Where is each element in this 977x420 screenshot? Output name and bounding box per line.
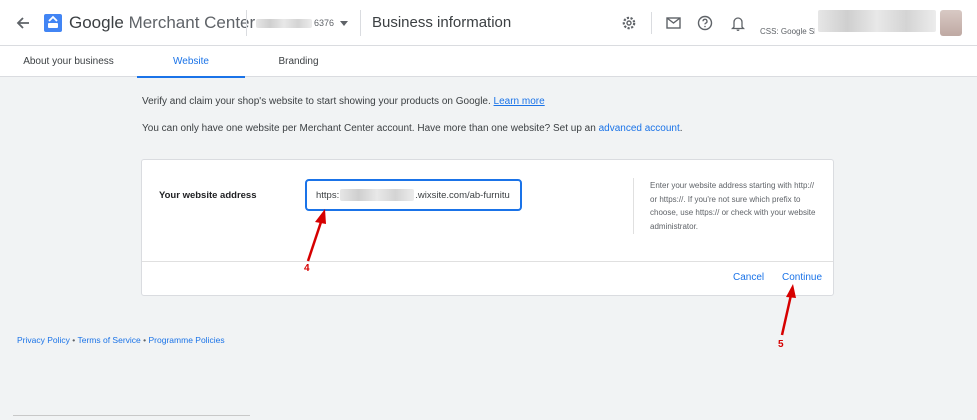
terms-of-service-link[interactable]: Terms of Service [77,335,140,345]
back-arrow-icon[interactable] [12,12,34,34]
help-divider [633,178,634,234]
app-title-brand: Google [69,13,124,32]
advanced-account-link[interactable]: advanced account [599,123,680,134]
header-divider [651,12,652,34]
annotation-step-4: 4 [304,263,310,274]
url-suffix: .wixsite.com/ab-furnitu [415,189,510,201]
bottom-divider [13,415,250,416]
business-info-tabs: About your business Website Branding [0,46,977,78]
footer-separator: • [72,335,76,345]
header-divider [246,10,247,36]
website-address-card: Your website address https: .wixsite.com… [141,159,834,296]
website-address-label: Your website address [159,190,257,201]
account-limit-sentence: You can only have one website per Mercha… [142,123,596,134]
chevron-down-icon [340,20,349,26]
continue-button[interactable]: Continue [782,272,822,283]
card-footer-divider [142,261,833,262]
account-limit-text: You can only have one website per Mercha… [142,123,683,134]
tab-branding[interactable]: Branding [245,46,352,77]
tab-website[interactable]: Website [137,46,245,78]
sentence-period: . [679,123,683,134]
app-title-product: Merchant Center [128,13,256,32]
footer-separator: • [143,335,147,345]
intro-text: Verify and claim your shop's website to … [142,96,545,107]
website-address-help-text: Enter your website address starting with… [650,181,816,231]
tab-about-your-business[interactable]: About your business [0,46,137,77]
cancel-button[interactable]: Cancel [733,272,764,283]
gear-icon[interactable] [619,13,639,33]
annotation-step-5: 5 [778,339,784,350]
redacted-account-name [256,18,312,28]
account-id-suffix: 6376 [314,18,335,28]
avatar[interactable] [940,10,962,36]
account-switcher[interactable]: 6376 [256,14,349,32]
top-app-bar: Google Merchant Center 6376 Business inf… [0,0,977,46]
intro-sentence: Verify and claim your shop's website to … [142,96,491,107]
help-icon[interactable] [695,13,715,33]
header-divider [360,10,361,36]
notifications-bell-icon[interactable] [728,13,748,33]
mail-icon[interactable] [663,13,683,33]
redacted-account-email [818,10,936,32]
merchant-center-logo-icon [44,12,62,32]
website-address-input[interactable]: https: .wixsite.com/ab-furnitu [305,179,522,211]
page-title: Business information [372,14,512,31]
footer-links: Privacy Policy • Terms of Service • Prog… [17,335,225,345]
redacted-url-part [340,189,415,201]
programme-policies-link[interactable]: Programme Policies [149,335,225,345]
privacy-policy-link[interactable]: Privacy Policy [17,335,70,345]
app-title: Google Merchant Center [69,13,255,33]
css-account-label: CSS: Google Sh [760,27,815,36]
learn-more-link[interactable]: Learn more [494,96,545,107]
url-prefix: https: [316,189,340,201]
